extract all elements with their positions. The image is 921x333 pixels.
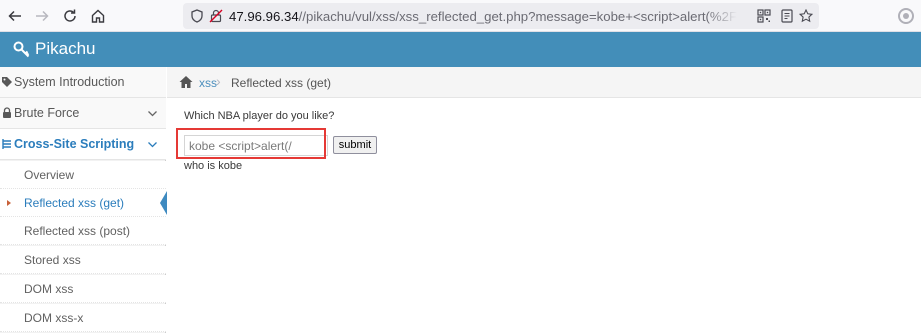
forward-icon[interactable] [32, 6, 52, 26]
sidebar-subitem-label: Reflected xss (post) [24, 224, 131, 238]
sidebar-item-label: Cross-Site Scripting [14, 137, 135, 151]
url-host: 47.96.96.34 [229, 9, 299, 24]
sidebar-item-label: Brute Force [14, 106, 80, 120]
highlight-box [176, 128, 326, 159]
qr-code-icon[interactable] [756, 8, 772, 24]
url-path: //pikachu/vul/xss/xss_reflected_get.php?… [298, 9, 737, 24]
key-icon [13, 40, 31, 58]
home-icon [179, 75, 193, 89]
sidebar-subitem-label: Stored xss [24, 253, 81, 267]
list-icon [1, 138, 13, 150]
caret-right-icon [7, 200, 11, 206]
breadcrumb-current: Reflected xss (get) [231, 76, 332, 90]
sidebar-item-cross-site-scripting[interactable]: Cross-Site Scripting [0, 129, 166, 160]
sidebar-subitem-dom-xss-x[interactable]: DOM xss-x [0, 304, 166, 332]
sidebar-subitem-stored-xss[interactable]: Stored xss [0, 246, 166, 274]
shield-icon[interactable] [189, 8, 205, 24]
sidebar-item-label: System Introduction [14, 75, 125, 89]
url-fade [707, 5, 737, 27]
sidebar-subitem-reflected-xss-get[interactable]: Reflected xss (get) [0, 189, 167, 217]
url-text[interactable]: 47.96.96.34//pikachu/vul/xss/xss_reflect… [229, 8, 737, 25]
sidebar-subitem-label: Overview [24, 168, 75, 182]
chevron-right-icon: › [216, 73, 221, 89]
sidebar-subitem-overview[interactable]: Overview [0, 161, 166, 189]
insecure-lock-icon[interactable] [208, 8, 224, 24]
reload-icon[interactable] [60, 6, 80, 26]
address-bar[interactable]: 47.96.96.34//pikachu/vul/xss/xss_reflect… [183, 3, 819, 29]
sidebar-subitem-dom-xss[interactable]: DOM xss [0, 275, 166, 303]
app-title[interactable]: Pikachu [35, 39, 95, 59]
sidebar-item-brute-force[interactable]: Brute Force [0, 98, 166, 129]
sidebar-subitem-reflected-xss-post[interactable]: Reflected xss (post) [0, 217, 166, 245]
sidebar-subitem-label: Reflected xss (get) [24, 196, 125, 210]
sidebar-subitem-label: DOM xss-x [24, 311, 84, 325]
bookmark-star-icon[interactable] [798, 8, 814, 24]
back-icon[interactable] [5, 6, 25, 26]
question-label: Which NBA player do you like? [184, 110, 335, 122]
sidebar-subitem-label: DOM xss [24, 282, 74, 296]
lock-icon [1, 107, 13, 119]
sidebar: System Introduction Brute Force Cross-Si… [0, 67, 167, 333]
breadcrumb: xss › Reflected xss (get) [167, 67, 921, 98]
reader-view-icon[interactable] [779, 8, 795, 24]
app-header: Pikachu [0, 32, 921, 67]
breadcrumb-link-xss[interactable]: xss [199, 76, 217, 90]
home-icon[interactable] [88, 6, 108, 26]
chevron-down-icon[interactable] [147, 139, 158, 150]
browser-toolbar: 47.96.96.34//pikachu/vul/xss/xss_reflect… [0, 0, 921, 32]
result-text: who is kobe [184, 160, 243, 172]
chevron-down-icon[interactable] [147, 108, 158, 119]
account-icon[interactable] [898, 8, 914, 24]
submit-button[interactable]: submit [333, 136, 377, 154]
active-indicator [160, 191, 167, 215]
tag-icon [1, 76, 13, 88]
sidebar-item-system-introduction[interactable]: System Introduction [0, 67, 166, 98]
